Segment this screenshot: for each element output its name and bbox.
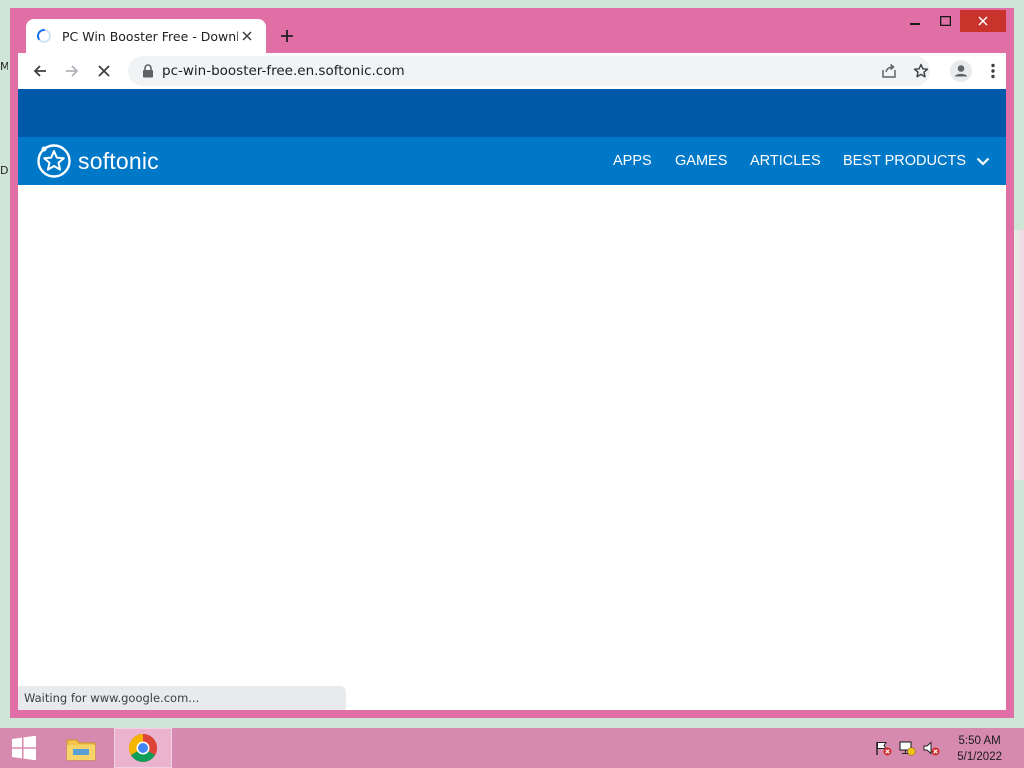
nav-item-apps[interactable]: APPS xyxy=(613,137,652,185)
desktop-icon-label: M xyxy=(0,60,8,73)
desktop-icon-label: D xyxy=(0,164,8,177)
arrow-left-icon xyxy=(33,65,46,77)
profile-button[interactable] xyxy=(947,57,975,85)
plus-icon xyxy=(281,30,293,42)
nav-item-label: APPS xyxy=(613,153,652,169)
taskbar: 5:50 AM 5/1/2022 xyxy=(0,728,1024,768)
taskbar-clock[interactable]: 5:50 AM 5/1/2022 xyxy=(957,733,1002,765)
softonic-logo[interactable]: softonic xyxy=(36,144,159,178)
file-explorer-button[interactable] xyxy=(56,728,106,768)
status-bubble: Waiting for www.google.com... xyxy=(18,686,346,710)
minimize-button[interactable] xyxy=(900,10,930,32)
lock-icon xyxy=(143,64,153,78)
stop-icon xyxy=(98,65,110,77)
clock-time: 5:50 AM xyxy=(958,735,1001,747)
nav-item-best-products[interactable]: BEST PRODUCTS xyxy=(843,137,990,185)
minimize-icon xyxy=(910,23,920,25)
close-window-button[interactable] xyxy=(960,10,1006,32)
bookmark-button[interactable] xyxy=(907,57,935,85)
close-tab-button[interactable] xyxy=(238,27,256,45)
softonic-logo-icon xyxy=(37,144,71,178)
nav-item-articles[interactable]: ARTICLES xyxy=(750,137,821,185)
browser-tab[interactable]: PC Win Booster Free - Download xyxy=(26,19,266,53)
nav-item-games[interactable]: GAMES xyxy=(675,137,727,185)
clock-date: 5/1/2022 xyxy=(957,751,1002,763)
site-top-band xyxy=(18,89,1006,137)
window-controls xyxy=(900,10,1006,32)
kebab-menu-icon xyxy=(991,63,995,79)
arrow-right-icon xyxy=(66,65,79,77)
chrome-icon xyxy=(129,734,157,762)
network-icon[interactable] xyxy=(898,740,916,756)
close-icon xyxy=(978,16,988,26)
volume-muted-icon[interactable] xyxy=(922,740,940,756)
maximize-icon xyxy=(939,16,951,26)
desktop-background xyxy=(1014,230,1024,480)
page-viewport: softonic APPS GAMES ARTICLES BEST PRODUC… xyxy=(18,89,1006,710)
address-bar[interactable]: pc-win-booster-free.en.softonic.com xyxy=(128,56,930,86)
loading-spinner-icon xyxy=(37,29,51,43)
chrome-taskbar-button[interactable] xyxy=(114,728,172,768)
start-button[interactable] xyxy=(0,728,48,768)
tab-title: PC Win Booster Free - Download xyxy=(62,28,238,44)
folder-icon xyxy=(66,739,96,761)
browser-window: PC Win Booster Free - Download pc-win-bo… xyxy=(10,8,1014,718)
share-icon xyxy=(882,63,896,78)
action-center-flag-icon[interactable] xyxy=(874,740,892,756)
stop-loading-button[interactable] xyxy=(90,57,118,85)
browser-toolbar: pc-win-booster-free.en.softonic.com xyxy=(18,53,1006,89)
maximize-button[interactable] xyxy=(930,10,960,32)
new-tab-button[interactable] xyxy=(276,25,298,47)
forward-button[interactable] xyxy=(58,57,86,85)
windows-logo-icon xyxy=(12,735,36,761)
url-text: pc-win-booster-free.en.softonic.com xyxy=(162,63,405,79)
logo-wordmark: softonic xyxy=(78,147,159,174)
back-button[interactable] xyxy=(26,57,54,85)
nav-item-label: ARTICLES xyxy=(750,153,821,169)
chevron-down-icon xyxy=(976,157,990,166)
close-icon xyxy=(242,31,252,41)
menu-button[interactable] xyxy=(979,57,1007,85)
share-button[interactable] xyxy=(875,57,903,85)
site-nav-bar: softonic APPS GAMES ARTICLES BEST PRODUC… xyxy=(18,137,1006,185)
nav-item-label: BEST PRODUCTS xyxy=(843,153,967,169)
nav-item-label: GAMES xyxy=(675,153,728,169)
avatar-icon xyxy=(950,60,972,82)
star-icon xyxy=(913,63,929,78)
